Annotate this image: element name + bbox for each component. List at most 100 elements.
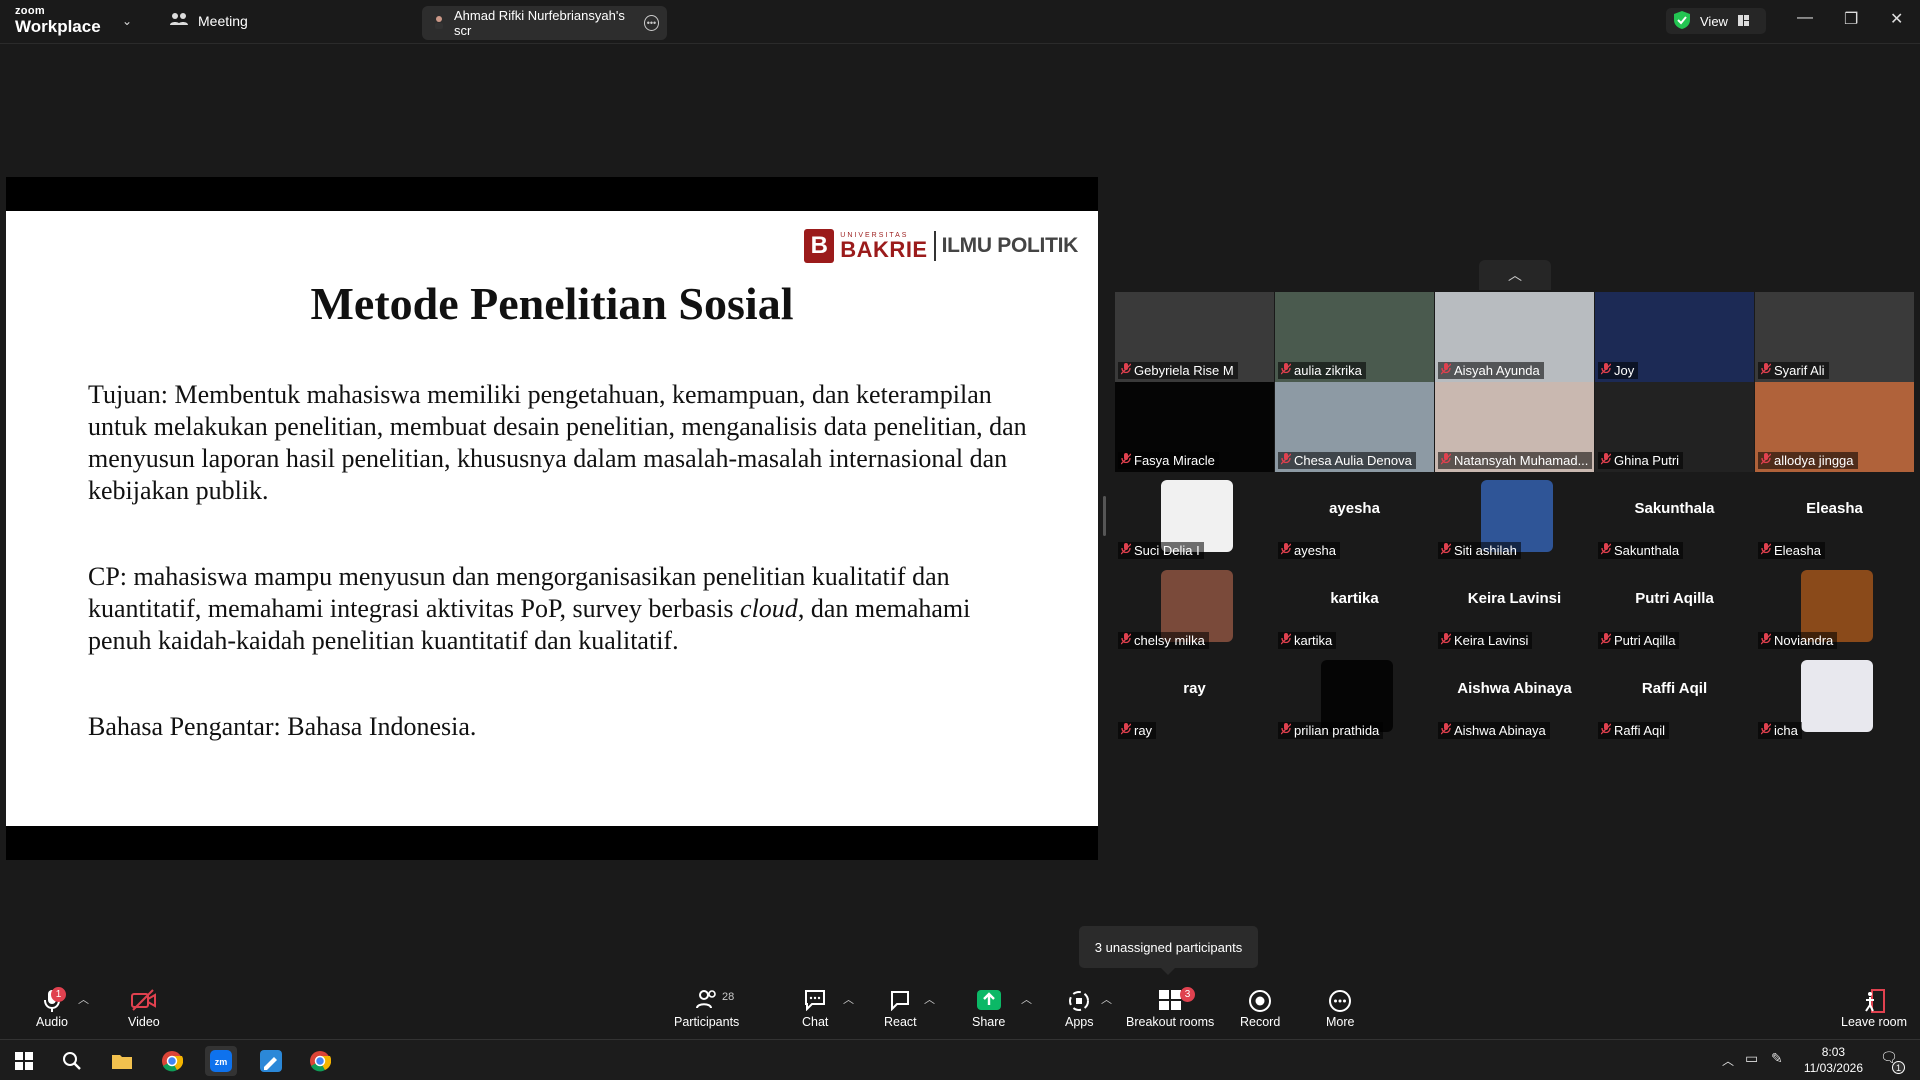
participant-tile[interactable]: allodya jingga bbox=[1755, 382, 1914, 472]
participant-tile[interactable]: Chesa Aulia Denova bbox=[1275, 382, 1434, 472]
restore-icon[interactable]: ❐ bbox=[1844, 9, 1858, 29]
react-button[interactable]: React bbox=[884, 989, 917, 1029]
more-options-icon[interactable]: ••• bbox=[643, 15, 659, 31]
react-label: React bbox=[884, 1015, 917, 1029]
participant-tile[interactable]: Noviandra bbox=[1755, 562, 1914, 652]
whiteboard-app-icon[interactable] bbox=[255, 1046, 287, 1076]
participant-tile[interactable]: chelsy milka bbox=[1115, 562, 1274, 652]
share-options-chevron-icon[interactable]: ︿ bbox=[1021, 991, 1032, 1007]
participant-tile[interactable]: Siti ashilah bbox=[1435, 472, 1594, 562]
share-tab-label: Ahmad Rifki Nurfebriansyah's scr bbox=[454, 8, 625, 38]
mic-muted-icon bbox=[1440, 363, 1452, 378]
participant-name-tag: Syarif Ali bbox=[1758, 362, 1829, 379]
close-icon[interactable]: ✕ bbox=[1890, 9, 1903, 29]
audio-button[interactable]: 1 Audio bbox=[36, 987, 68, 1029]
audio-options-chevron-icon[interactable]: ︿ bbox=[78, 991, 89, 1007]
participants-button[interactable]: 28 Participants bbox=[674, 989, 739, 1029]
participants-label: Participants bbox=[674, 1015, 740, 1029]
clock-time: 8:03 bbox=[1821, 1045, 1846, 1059]
mic-muted-icon bbox=[1760, 543, 1772, 558]
slide-cp-text: CP: mahasiswa mampu menyusun dan mengorg… bbox=[88, 561, 1028, 657]
participant-name-tag: kartika bbox=[1278, 632, 1337, 649]
participant-tile[interactable]: Natansyah Muhamad... bbox=[1435, 382, 1594, 472]
more-label: More bbox=[1326, 1015, 1355, 1029]
logo-top: zoom bbox=[15, 5, 45, 17]
gallery-scroll-up-button[interactable]: ︿ bbox=[1479, 260, 1551, 290]
windows-start-icon[interactable] bbox=[8, 1046, 40, 1076]
tray-overflow-icon[interactable]: ︿ bbox=[1722, 1052, 1734, 1069]
leave-label: Leave room bbox=[1841, 1015, 1908, 1029]
logo-separator bbox=[933, 231, 936, 261]
more-button[interactable]: More bbox=[1326, 989, 1354, 1029]
mic-muted-icon bbox=[1280, 633, 1292, 648]
chevron-down-icon[interactable]: ⌄ bbox=[122, 14, 132, 28]
apps-options-chevron-icon[interactable]: ︿ bbox=[1101, 991, 1112, 1007]
react-options-chevron-icon[interactable]: ︿ bbox=[924, 991, 935, 1007]
share-button[interactable]: Share bbox=[972, 989, 1005, 1029]
share-label: Share bbox=[972, 1015, 1006, 1029]
participant-tile[interactable]: aulia zikrika bbox=[1275, 292, 1434, 382]
split-divider-handle[interactable] bbox=[1103, 496, 1106, 536]
participant-tile[interactable]: prilian prathida bbox=[1275, 652, 1434, 742]
participant-tile[interactable]: Suci Delia I bbox=[1115, 472, 1274, 562]
zoom-taskbar-icon[interactable]: zm bbox=[205, 1046, 237, 1076]
chat-button[interactable]: Chat bbox=[802, 989, 828, 1029]
meeting-tab[interactable]: Meeting bbox=[170, 12, 248, 29]
participant-name-tag: Keira Lavinsi bbox=[1438, 632, 1533, 649]
mic-muted-icon bbox=[1760, 453, 1772, 468]
participant-tile[interactable]: Putri Aqilla Putri Aqilla bbox=[1595, 562, 1754, 652]
participant-tile[interactable]: Joy bbox=[1595, 292, 1754, 382]
leave-room-button[interactable]: Leave room bbox=[1841, 989, 1907, 1029]
participant-tile[interactable]: Raffi Aqil Raffi Aqil bbox=[1595, 652, 1754, 742]
breakout-rooms-button[interactable]: 3 Breakout rooms bbox=[1126, 987, 1214, 1029]
participant-tile[interactable]: ray ray bbox=[1115, 652, 1274, 742]
participant-name: Joy bbox=[1614, 363, 1635, 378]
participant-tile[interactable]: Sakunthala Sakunthala bbox=[1595, 472, 1754, 562]
participant-name: Raffi Aqil bbox=[1614, 723, 1666, 738]
participant-tile[interactable]: kartika kartika bbox=[1275, 562, 1434, 652]
apps-label: Apps bbox=[1065, 1015, 1094, 1029]
file-explorer-icon[interactable] bbox=[106, 1046, 138, 1076]
presenter-icon bbox=[434, 15, 444, 32]
participant-tile[interactable]: Ghina Putri bbox=[1595, 382, 1754, 472]
participant-display-name: kartika bbox=[1330, 590, 1379, 607]
mic-muted-icon bbox=[1280, 723, 1292, 738]
participant-tile[interactable]: ayesha ayesha bbox=[1275, 472, 1434, 562]
participant-name-tag: icha bbox=[1758, 722, 1802, 739]
zoom-workplace-logo[interactable]: zoom Workplace bbox=[15, 5, 101, 36]
search-icon[interactable] bbox=[56, 1046, 88, 1076]
participant-tile[interactable]: icha bbox=[1755, 652, 1914, 742]
participant-name-tag: Putri Aqilla bbox=[1598, 632, 1680, 649]
notification-count: 1 bbox=[1892, 1061, 1905, 1074]
apps-button[interactable]: Apps bbox=[1065, 989, 1094, 1029]
pen-icon[interactable]: ✎ bbox=[1771, 1050, 1783, 1067]
video-button[interactable]: Video bbox=[128, 989, 160, 1029]
minimize-icon[interactable]: — bbox=[1797, 9, 1813, 27]
breakout-badge: 3 bbox=[1180, 987, 1195, 1002]
meeting-toolbar: 1 Audio ︿ Video 28 Participants Chat ︿ R… bbox=[0, 981, 1920, 1039]
chat-options-chevron-icon[interactable]: ︿ bbox=[843, 991, 854, 1007]
chrome-icon[interactable] bbox=[156, 1046, 188, 1076]
participant-tile[interactable]: Aishwa Abinaya Aishwa Abinaya bbox=[1435, 652, 1594, 742]
record-button[interactable]: Record bbox=[1240, 989, 1280, 1029]
mic-muted-icon bbox=[1280, 543, 1292, 558]
participant-avatar bbox=[1801, 660, 1873, 732]
participant-name-tag: Suci Delia I bbox=[1118, 542, 1204, 559]
network-icon[interactable]: ▭ bbox=[1745, 1050, 1758, 1067]
participant-tile[interactable]: Gebyriela Rise M bbox=[1115, 292, 1274, 382]
participant-tile[interactable]: Syarif Ali bbox=[1755, 292, 1914, 382]
participant-name: icha bbox=[1774, 723, 1798, 738]
participant-name: Natansyah Muhamad... bbox=[1454, 453, 1589, 468]
participant-tile[interactable]: Keira Lavinsi Keira Lavinsi bbox=[1435, 562, 1594, 652]
breakout-rooms-icon bbox=[1158, 989, 1182, 1015]
view-options[interactable]: View bbox=[1666, 8, 1766, 34]
mic-muted-icon bbox=[1440, 543, 1452, 558]
participant-tile[interactable]: Fasya Miracle bbox=[1115, 382, 1274, 472]
participant-name-tag: Natansyah Muhamad... bbox=[1438, 452, 1592, 469]
participant-display-name: Sakunthala bbox=[1634, 500, 1715, 517]
screen-share-tab[interactable]: Ahmad Rifki Nurfebriansyah's scr ••• bbox=[422, 6, 667, 40]
participant-tile[interactable]: Eleasha Eleasha bbox=[1755, 472, 1914, 562]
system-clock[interactable]: 8:03 11/03/2026 bbox=[1804, 1044, 1863, 1076]
participant-tile[interactable]: Aisyah Ayunda bbox=[1435, 292, 1594, 382]
chrome-profile-icon[interactable] bbox=[304, 1046, 336, 1076]
